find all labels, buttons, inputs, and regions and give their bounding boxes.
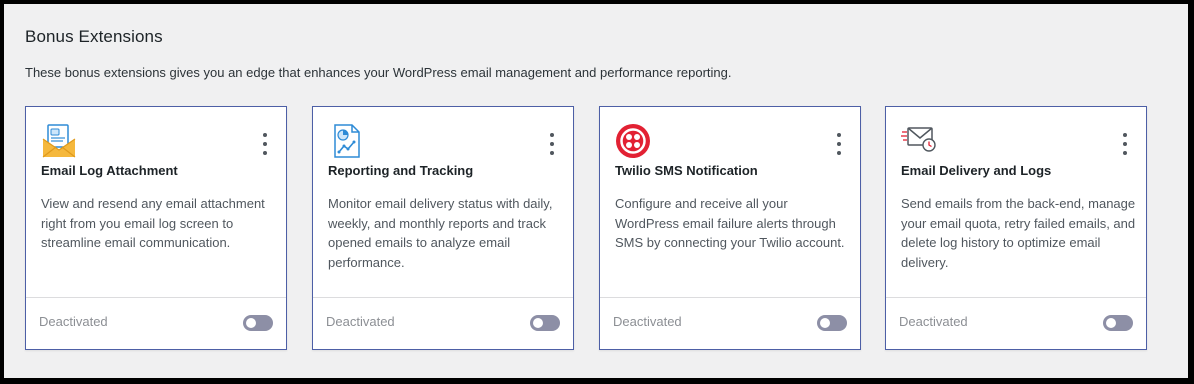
extension-card-email-log-attachment: Email Log Attachment View and resend any… bbox=[25, 106, 287, 350]
section-title: Bonus Extensions bbox=[25, 27, 163, 46]
activation-toggle[interactable] bbox=[817, 315, 847, 331]
card-title: Email Delivery and Logs bbox=[901, 163, 1052, 178]
card-title: Reporting and Tracking bbox=[328, 163, 474, 178]
card-footer: Deactivated bbox=[886, 297, 1146, 349]
twilio-logo-icon bbox=[615, 123, 651, 159]
activation-toggle[interactable] bbox=[1103, 315, 1133, 331]
card-options-kebab-icon[interactable] bbox=[260, 133, 270, 155]
card-title: Email Log Attachment bbox=[41, 163, 178, 178]
toggle-knob bbox=[246, 318, 256, 328]
card-description: Configure and receive all your WordPress… bbox=[615, 196, 845, 250]
card-footer: Deactivated bbox=[600, 297, 860, 349]
card-title: Twilio SMS Notification bbox=[615, 163, 758, 178]
activation-toggle[interactable] bbox=[243, 315, 273, 331]
card-options-kebab-icon[interactable] bbox=[547, 133, 557, 155]
card-description: Monitor email delivery status with daily… bbox=[328, 196, 553, 270]
activation-toggle[interactable] bbox=[530, 315, 560, 331]
card-footer: Deactivated bbox=[26, 297, 286, 349]
card-status: Deactivated bbox=[613, 314, 682, 329]
card-status: Deactivated bbox=[326, 314, 395, 329]
card-status: Deactivated bbox=[39, 314, 108, 329]
card-description: Send emails from the back-end, manage yo… bbox=[901, 196, 1136, 270]
toggle-knob bbox=[533, 318, 543, 328]
card-options-kebab-icon[interactable] bbox=[834, 133, 844, 155]
card-description: View and resend any email attachment rig… bbox=[41, 196, 265, 250]
toggle-knob bbox=[1106, 318, 1116, 328]
report-chart-icon bbox=[328, 123, 364, 159]
extension-card-twilio-sms-notification: Twilio SMS Notification Configure and re… bbox=[599, 106, 861, 350]
email-attachment-icon bbox=[41, 123, 77, 159]
toggle-knob bbox=[820, 318, 830, 328]
section-subtitle: These bonus extensions gives you an edge… bbox=[25, 65, 732, 80]
extension-card-reporting-and-tracking: Reporting and Tracking Monitor email del… bbox=[312, 106, 574, 350]
email-clock-icon bbox=[901, 123, 937, 159]
card-options-kebab-icon[interactable] bbox=[1120, 133, 1130, 155]
extension-card-email-delivery-and-logs: Email Delivery and Logs Send emails from… bbox=[885, 106, 1147, 350]
bonus-extensions-panel: Bonus Extensions These bonus extensions … bbox=[4, 4, 1188, 378]
card-footer: Deactivated bbox=[313, 297, 573, 349]
card-status: Deactivated bbox=[899, 314, 968, 329]
